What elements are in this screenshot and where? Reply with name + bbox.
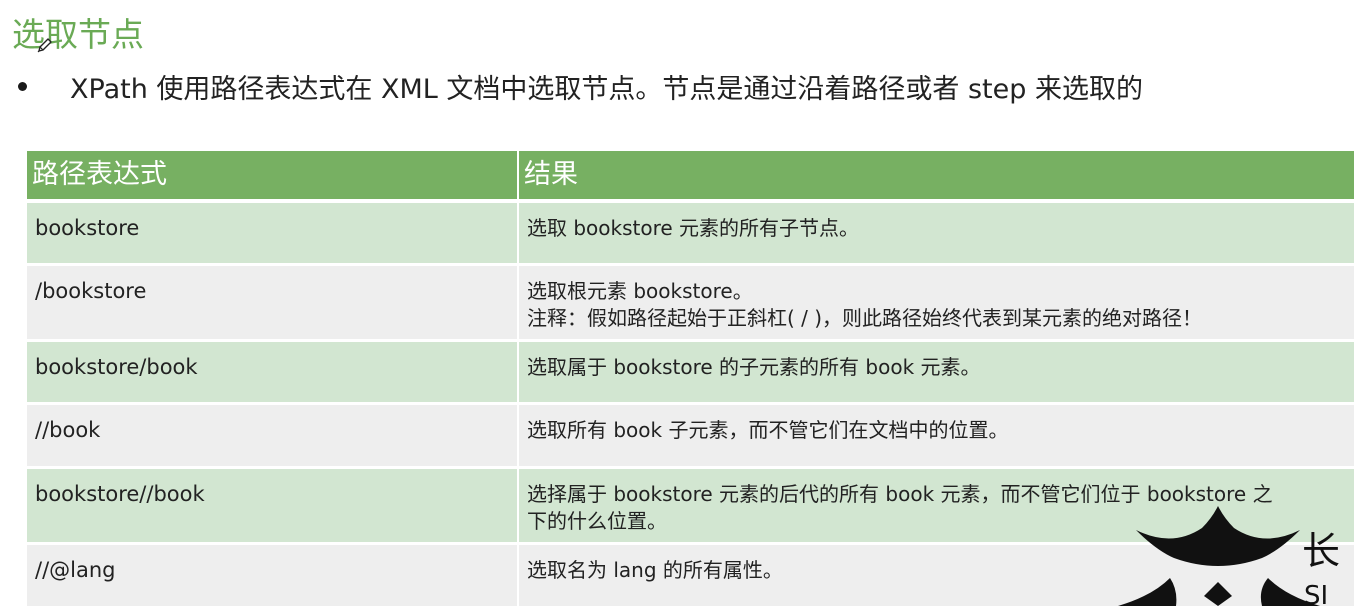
expression-cell: //@lang: [27, 545, 519, 606]
result-cell: 选取所有 book 子元素，而不管它们在文档中的位置。: [519, 405, 1354, 466]
watermark-logo: 长 SI: [1118, 506, 1340, 606]
result-cell: 选取根元素 bookstore。 注释：假如路径起始于正斜杠( / )，则此路径…: [519, 266, 1354, 339]
table-row: //book 选取所有 book 子元素，而不管它们在文档中的位置。: [27, 405, 1354, 469]
expression-cell: bookstore/book: [27, 342, 519, 402]
result-cell: 选取 bookstore 元素的所有子节点。: [519, 203, 1354, 263]
result-cell: 选取属于 bookstore 的子元素的所有 book 元素。: [519, 342, 1354, 402]
expression-cell: /bookstore: [27, 266, 519, 339]
table-row: /bookstore 选取根元素 bookstore。 注释：假如路径起始于正斜…: [27, 266, 1354, 342]
result-note-line: 注释：假如路径起始于正斜杠( / )，则此路径始终代表到某元素的绝对路径！: [527, 306, 1203, 330]
expression-cell: //book: [27, 405, 519, 466]
bullet-text: XPath 使用路径表达式在 XML 文档中选取节点。节点是通过沿着路径或者 s…: [70, 73, 1143, 105]
header-expression: 路径表达式: [27, 151, 519, 199]
table-header-row: 路径表达式 结果: [27, 151, 1354, 203]
bullet-dot: [18, 81, 27, 91]
logo-text: 长: [1302, 529, 1340, 573]
pencil-cursor-icon: [37, 38, 52, 53]
result-line: 选取所有 book 子元素，而不管它们在文档中的位置。: [527, 418, 1009, 442]
expression-cell: bookstore: [27, 203, 519, 263]
header-result: 结果: [524, 159, 578, 190]
table-row: bookstore 选取 bookstore 元素的所有子节点。: [27, 203, 1354, 266]
result-line: 选取根元素 bookstore。: [527, 279, 753, 303]
result-line: 选取 bookstore 元素的所有子节点。: [527, 216, 860, 240]
slide-title: 选取节点: [12, 15, 144, 54]
table-row: bookstore/book 选取属于 bookstore 的子元素的所有 bo…: [27, 342, 1354, 405]
logo-text-2: SI: [1304, 581, 1328, 606]
slide: 选取节点 XPath 使用路径表达式在 XML 文档中选取节点。节点是通过沿着路…: [0, 0, 1354, 606]
expression-cell: bookstore//book: [27, 469, 519, 542]
result-line: 选取属于 bookstore 的子元素的所有 book 元素。: [527, 355, 981, 379]
bullet-item: XPath 使用路径表达式在 XML 文档中选取节点。节点是通过沿着路径或者 s…: [18, 66, 1143, 106]
